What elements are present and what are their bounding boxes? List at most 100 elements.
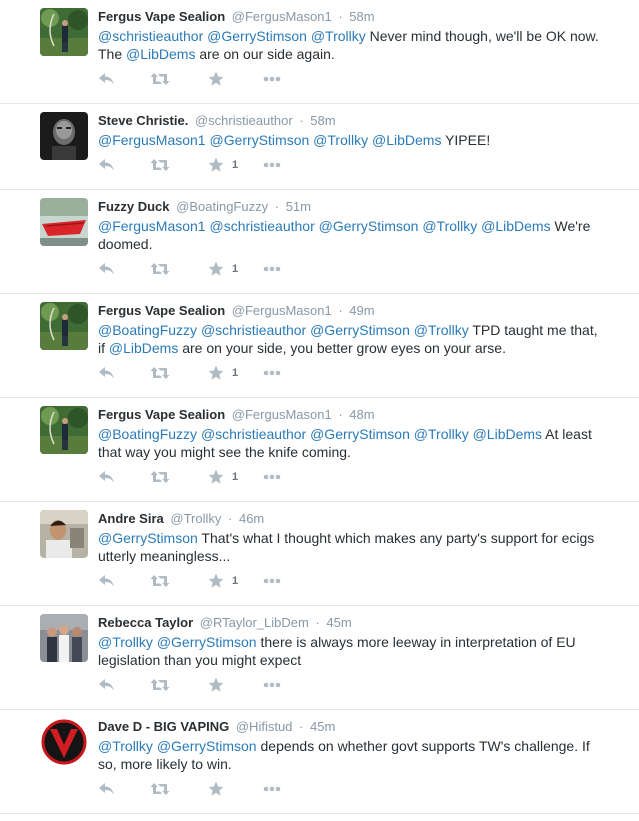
reply-button[interactable]: [98, 364, 116, 382]
avatar-red-boat[interactable]: [40, 198, 88, 246]
mention-link[interactable]: @GerryStimson: [319, 218, 419, 234]
mention-link[interactable]: @Trollky: [98, 634, 153, 650]
mention-link[interactable]: @Trollky: [98, 738, 153, 754]
display-name[interactable]: Rebecca Taylor: [98, 615, 193, 630]
mention-link[interactable]: @GerryStimson: [209, 132, 309, 148]
retweet-button[interactable]: [150, 156, 170, 174]
display-name[interactable]: Fergus Vape Sealion: [98, 407, 225, 422]
reply-button[interactable]: [98, 70, 116, 88]
user-handle[interactable]: @FergusMason1: [232, 303, 332, 318]
avatar-archer[interactable]: [40, 406, 88, 454]
mention-link[interactable]: @GerryStimson: [98, 530, 198, 546]
reply-button[interactable]: [98, 156, 116, 174]
retweet-button[interactable]: [150, 572, 170, 590]
more-button[interactable]: [263, 70, 281, 88]
mention-link[interactable]: @BoatingFuzzy: [98, 426, 197, 442]
favorite-button[interactable]: 1: [208, 260, 238, 278]
retweet-button[interactable]: [150, 70, 170, 88]
timestamp[interactable]: 58m: [349, 9, 374, 24]
reply-button[interactable]: [98, 468, 116, 486]
reply-button[interactable]: [98, 260, 116, 278]
display-name[interactable]: Andre Sira: [98, 511, 164, 526]
mention-link[interactable]: @Trollky: [414, 322, 469, 338]
avatar-archer[interactable]: [40, 8, 88, 56]
reply-button[interactable]: [98, 572, 116, 590]
timestamp[interactable]: 45m: [310, 719, 335, 734]
tweet-text-segment: YIPEE!: [441, 132, 491, 148]
user-handle[interactable]: @FergusMason1: [232, 9, 332, 24]
user-handle[interactable]: @RTaylor_LibDem: [200, 615, 309, 630]
user-handle[interactable]: @Trollky: [170, 511, 221, 526]
retweet-button[interactable]: [150, 364, 170, 382]
mention-link[interactable]: @LibDems: [109, 340, 178, 356]
retweet-icon: [150, 263, 170, 275]
mention-link[interactable]: @GerryStimson: [310, 426, 410, 442]
more-button[interactable]: [263, 468, 281, 486]
more-button[interactable]: [263, 364, 281, 382]
mention-link[interactable]: @GerryStimson: [157, 738, 257, 754]
avatar-boat-image: [40, 198, 88, 246]
favorite-button[interactable]: [208, 70, 232, 88]
mention-link[interactable]: @Trollky: [414, 426, 469, 442]
user-handle[interactable]: @schristieauthor: [195, 113, 293, 128]
more-button[interactable]: [263, 260, 281, 278]
reply-button[interactable]: [98, 780, 116, 798]
mention-link[interactable]: @GerryStimson: [207, 28, 307, 44]
mention-link[interactable]: @LibDems: [481, 218, 550, 234]
display-name[interactable]: Fergus Vape Sealion: [98, 303, 225, 318]
more-button[interactable]: [263, 780, 281, 798]
more-button[interactable]: [263, 572, 281, 590]
user-handle[interactable]: @FergusMason1: [232, 407, 332, 422]
avatar-man-portrait[interactable]: [40, 510, 88, 558]
more-button[interactable]: [263, 156, 281, 174]
avatar-archer-image: [40, 302, 88, 350]
mention-link[interactable]: @schristieauthor: [98, 28, 203, 44]
timestamp[interactable]: 58m: [310, 113, 335, 128]
retweet-button[interactable]: [150, 676, 170, 694]
mention-link[interactable]: @FergusMason1: [98, 218, 206, 234]
avatar-archer[interactable]: [40, 302, 88, 350]
avatar-group-photo[interactable]: [40, 614, 88, 662]
timestamp[interactable]: 49m: [349, 303, 374, 318]
user-handle[interactable]: @BoatingFuzzy: [176, 199, 268, 214]
mention-link[interactable]: @BoatingFuzzy: [98, 322, 197, 338]
tweet-text: @Trollky @GerryStimson depends on whethe…: [98, 737, 608, 773]
favorite-button[interactable]: [208, 676, 232, 694]
mention-link[interactable]: @GerryStimson: [157, 634, 257, 650]
retweet-icon: [150, 367, 170, 379]
favorite-button[interactable]: 1: [208, 572, 238, 590]
retweet-icon: [150, 783, 170, 795]
mention-link[interactable]: @schristieauthor: [201, 322, 306, 338]
mention-link[interactable]: @Trollky: [313, 132, 368, 148]
mention-link[interactable]: @GerryStimson: [310, 322, 410, 338]
mention-link[interactable]: @Trollky: [422, 218, 477, 234]
favorite-button[interactable]: [208, 780, 232, 798]
timestamp[interactable]: 48m: [349, 407, 374, 422]
timestamp[interactable]: 51m: [286, 199, 311, 214]
avatar-v-logo[interactable]: [40, 718, 88, 766]
mention-link[interactable]: @LibDems: [473, 426, 542, 442]
user-handle[interactable]: @Hifistud: [236, 719, 293, 734]
retweet-button[interactable]: [150, 260, 170, 278]
retweet-button[interactable]: [150, 468, 170, 486]
mention-link[interactable]: @LibDems: [126, 46, 195, 62]
display-name[interactable]: Fuzzy Duck: [98, 199, 170, 214]
display-name[interactable]: Steve Christie.: [98, 113, 188, 128]
mention-link[interactable]: @schristieauthor: [201, 426, 306, 442]
mention-link[interactable]: @LibDems: [372, 132, 441, 148]
timestamp[interactable]: 45m: [326, 615, 351, 630]
display-name[interactable]: Dave D - BIG VAPING: [98, 719, 229, 734]
mention-link[interactable]: @schristieauthor: [209, 218, 314, 234]
mention-link[interactable]: @FergusMason1: [98, 132, 206, 148]
retweet-button[interactable]: [150, 780, 170, 798]
reply-button[interactable]: [98, 676, 116, 694]
favorite-button[interactable]: 1: [208, 364, 238, 382]
display-name[interactable]: Fergus Vape Sealion: [98, 9, 225, 24]
favorite-button[interactable]: 1: [208, 468, 238, 486]
mention-link[interactable]: @Trollky: [311, 28, 366, 44]
favorite-button[interactable]: 1: [208, 156, 238, 174]
more-button[interactable]: [263, 676, 281, 694]
timestamp[interactable]: 46m: [239, 511, 264, 526]
tweet-header: Fergus Vape Sealion @FergusMason1 · 49m: [98, 302, 627, 319]
avatar-dark-portrait[interactable]: [40, 112, 88, 160]
